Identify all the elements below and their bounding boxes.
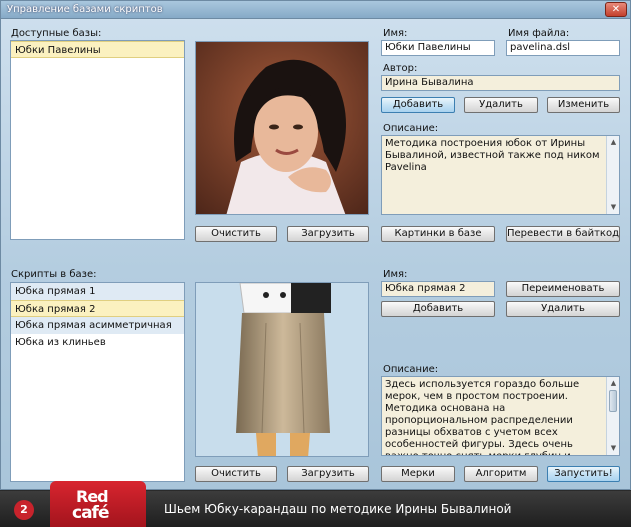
base-description-memo[interactable]: Методика построения юбок от Ирины Бывали… (381, 135, 620, 215)
file-name-label: Имя файла: (508, 28, 570, 39)
base-name-field[interactable]: Юбки Павелины (381, 40, 495, 56)
base-photo-clear-button[interactable]: Очистить (195, 226, 277, 242)
bases-label: Доступные базы: (11, 28, 102, 39)
author-field[interactable]: Ирина Бывалина (381, 75, 620, 91)
script-photo-load-button[interactable]: Загрузить (287, 466, 369, 482)
script-add-button[interactable]: Добавить (381, 301, 495, 317)
base-edit-button[interactable]: Изменить (547, 97, 620, 113)
base-delete-button[interactable]: Удалить (464, 97, 538, 113)
script-description-scrollbar[interactable]: ▲ ▼ (606, 377, 619, 455)
title-bar[interactable]: Управление базами скриптов ✕ (1, 1, 630, 19)
redcafe-logo: Red café (50, 481, 146, 527)
script-description-text: Здесь используется гораздо больше мерок,… (385, 379, 580, 455)
author-portrait-image (196, 42, 368, 214)
list-item[interactable]: Юбки Павелины (11, 41, 184, 58)
base-add-button[interactable]: Добавить (381, 97, 455, 113)
list-item[interactable]: Юбка прямая 1 (11, 283, 184, 300)
caption-bar: 2 Red café Шьем Юбку-карандаш по методик… (0, 481, 631, 527)
base-description-label: Описание: (383, 123, 439, 134)
caption-text: Шьем Юбку-карандаш по методике Ирины Быв… (164, 502, 512, 516)
script-description-memo[interactable]: Здесь используется гораздо больше мерок,… (381, 376, 620, 456)
script-preview (195, 282, 369, 457)
scripts-list[interactable]: Юбка прямая 1 Юбка прямая 2 Юбка прямая ас… (10, 282, 185, 482)
bases-list[interactable]: Юбки Павелины (10, 40, 185, 240)
measures-button[interactable]: Мерки (381, 466, 455, 482)
logo-text-bottom: café (72, 503, 109, 523)
step-badge: 2 (14, 500, 34, 520)
algorithm-button[interactable]: Алгоритм (464, 466, 538, 482)
convert-bytecode-button[interactable]: Перевести в байткод (506, 226, 620, 242)
script-delete-button[interactable]: Удалить (506, 301, 620, 317)
scroll-thumb[interactable] (609, 390, 617, 412)
base-pictures-button[interactable]: Картинки в базе (381, 226, 495, 242)
base-description-scrollbar[interactable]: ▲ ▼ (606, 136, 619, 214)
author-label: Автор: (383, 63, 418, 74)
script-description-label: Описание: (383, 364, 439, 375)
script-name-label: Имя: (383, 269, 408, 280)
skirt-preview-image (196, 283, 368, 456)
script-rename-button[interactable]: Переименовать (506, 281, 620, 297)
base-photo-load-button[interactable]: Загрузить (287, 226, 369, 242)
scroll-down-icon[interactable]: ▼ (608, 202, 619, 213)
base-name-label: Имя: (383, 28, 408, 39)
script-photo-clear-button[interactable]: Очистить (195, 466, 277, 482)
author-photo (195, 41, 369, 215)
scroll-up-icon[interactable]: ▲ (608, 378, 619, 389)
scroll-up-icon[interactable]: ▲ (608, 137, 619, 148)
list-item[interactable]: Юбка прямая 2 (11, 300, 184, 317)
script-manager-window: Управление базами скриптов ✕ Доступные б… (0, 0, 631, 490)
script-name-field[interactable]: Юбка прямая 2 (381, 281, 495, 297)
scroll-down-icon[interactable]: ▼ (608, 443, 619, 454)
run-button[interactable]: Запустить! (547, 466, 620, 482)
base-description-text: Методика построения юбок от Ирины Бывали… (385, 138, 600, 173)
scripts-label: Скрипты в базе: (11, 269, 97, 280)
file-name-field[interactable]: pavelina.dsl (506, 40, 620, 56)
close-button[interactable]: ✕ (605, 2, 627, 17)
list-item[interactable]: Юбка прямая асимметричная (11, 317, 184, 334)
list-item[interactable]: Юбка из клиньев (11, 334, 184, 351)
window-title: Управление базами скриптов (7, 4, 163, 15)
